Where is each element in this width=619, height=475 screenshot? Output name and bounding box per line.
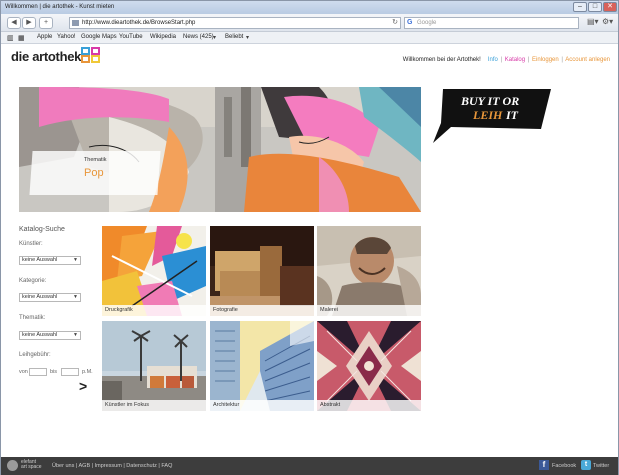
price-to-input[interactable] bbox=[61, 368, 79, 376]
thematik-select[interactable]: keine Auswahl ▼ bbox=[19, 331, 81, 340]
facebook-icon[interactable]: f bbox=[539, 460, 549, 470]
tile-fotografie[interactable]: Fotografie bbox=[210, 226, 314, 316]
elefant-logo-line2: art space bbox=[21, 464, 42, 470]
top-navigation: Willkommen bei der Artothek! Info | Kata… bbox=[402, 57, 610, 63]
tile-label-malerei: Malerei bbox=[317, 305, 421, 316]
minimize-button[interactable]: – bbox=[573, 2, 587, 12]
bis-label: bis bbox=[50, 369, 58, 375]
bookmark-beliebt[interactable]: Beliebt bbox=[225, 34, 243, 40]
google-icon: G bbox=[407, 19, 413, 26]
site-favicon-icon bbox=[72, 20, 79, 26]
bookmarks-book-icon[interactable]: ▥ bbox=[7, 34, 14, 42]
kategorie-label: Kategorie: bbox=[19, 278, 47, 284]
tile-kuenstler-im-fokus[interactable]: Künstler im Fokus bbox=[102, 321, 206, 411]
fotografie-image bbox=[210, 226, 314, 316]
abstrakt-image bbox=[317, 321, 421, 411]
elefant-logo-text: elefant art space bbox=[21, 460, 42, 470]
nav-account-link[interactable]: Account anlegen bbox=[565, 57, 610, 63]
bookmark-google-maps[interactable]: Google Maps bbox=[81, 34, 117, 40]
tile-architektur[interactable]: Architektur bbox=[210, 321, 314, 411]
kategorie-select-value: keine Auswahl bbox=[22, 294, 58, 300]
thematik-select-value: keine Auswahl bbox=[22, 332, 58, 338]
close-button[interactable]: ✕ bbox=[603, 2, 617, 12]
kuenstler-select-value: keine Auswahl bbox=[22, 257, 58, 263]
address-bar[interactable]: http://www.dieartothek.de/BrowseStart.ph… bbox=[69, 17, 401, 29]
new-tab-button[interactable]: + bbox=[39, 17, 53, 29]
search-placeholder: Google bbox=[417, 20, 437, 26]
maximize-button[interactable]: □ bbox=[588, 2, 602, 12]
malerei-image bbox=[317, 226, 421, 316]
tile-label-fotografie: Fotografie bbox=[210, 305, 314, 316]
bookmarks-grid-icon[interactable]: ▦ bbox=[18, 34, 25, 42]
search-box[interactable]: G Google bbox=[404, 17, 579, 29]
chevron-down-icon: ▼ bbox=[73, 294, 78, 300]
chevron-down-icon: ▼ bbox=[73, 332, 78, 338]
bookmark-youtube[interactable]: YouTube bbox=[119, 34, 143, 40]
bookmark-news[interactable]: News (425) bbox=[183, 34, 214, 40]
tile-label-architektur: Architektur bbox=[210, 400, 314, 411]
elefant-logo-icon bbox=[7, 460, 18, 471]
architektur-image bbox=[210, 321, 314, 411]
facebook-link[interactable]: Facebook bbox=[552, 463, 576, 469]
promo-it: IT bbox=[506, 108, 518, 122]
druckgrafik-image bbox=[102, 226, 206, 316]
twitter-icon[interactable]: t bbox=[581, 460, 591, 470]
browser-toolbar: ◀ ▶ + http://www.dieartothek.de/BrowseSt… bbox=[1, 14, 618, 32]
window-titlebar: Willkommen | die artothek - Kunst mieten… bbox=[1, 1, 618, 14]
kategorie-select[interactable]: keine Auswahl ▼ bbox=[19, 293, 81, 302]
tile-label-druckgrafik: Druckgrafik bbox=[102, 305, 206, 316]
reload-icon[interactable]: ↻ bbox=[392, 18, 398, 28]
thematik-label: Thematik: bbox=[19, 315, 46, 321]
twitter-link[interactable]: Twitter bbox=[593, 463, 609, 469]
kuenstler-select[interactable]: keine Auswahl ▼ bbox=[19, 256, 81, 265]
page-menu-icon[interactable]: ▤▾ bbox=[587, 17, 599, 26]
kuenstler-label: Künstler: bbox=[19, 241, 43, 247]
tile-label-abstrakt: Abstrakt bbox=[317, 400, 421, 411]
site-footer: elefant art space Über uns | AGB | Impre… bbox=[1, 457, 618, 475]
chevron-down-icon: ▼ bbox=[73, 257, 78, 263]
footer-links[interactable]: Über uns | AGB | Impressum | Datenschutz… bbox=[52, 463, 172, 469]
catalog-search-title: Katalog-Suche bbox=[19, 226, 65, 233]
hero-thematik-key: Thematik bbox=[83, 157, 107, 163]
forward-button[interactable]: ▶ bbox=[22, 17, 36, 29]
bookmark-wikipedia[interactable]: Wikipedia bbox=[150, 34, 176, 40]
promo-line1: BUY IT OR bbox=[461, 94, 520, 108]
site-logo[interactable]: die artothek bbox=[11, 49, 81, 64]
bookmark-apple[interactable]: Apple bbox=[37, 34, 52, 40]
logo-squares-icon bbox=[81, 47, 103, 63]
von-label: von bbox=[19, 369, 28, 375]
kuenstler-im-fokus-image bbox=[102, 321, 206, 411]
tile-druckgrafik[interactable]: Druckgrafik bbox=[102, 226, 206, 316]
chevron-down-icon[interactable]: ▾ bbox=[246, 34, 249, 41]
bookmarks-bar: ▥ ▦ Apple Yahoo! Google Maps YouTube Wik… bbox=[1, 32, 618, 44]
chevron-down-icon[interactable]: ▾ bbox=[213, 34, 216, 41]
price-from-input[interactable] bbox=[29, 368, 47, 376]
bookmark-yahoo[interactable]: Yahoo! bbox=[57, 34, 76, 40]
nav-einloggen-link[interactable]: Einloggen bbox=[532, 57, 559, 63]
leihgebuehr-label: Leihgebühr: bbox=[19, 352, 51, 358]
settings-gear-icon[interactable]: ⚙▾ bbox=[602, 17, 613, 26]
browser-window: Willkommen | die artothek - Kunst mieten… bbox=[0, 0, 619, 475]
buy-or-leih-badge[interactable]: BUY IT OR LEIH IT bbox=[433, 87, 553, 143]
search-submit-arrow[interactable]: > bbox=[79, 378, 87, 394]
welcome-text: Willkommen bei der Artothek! bbox=[402, 57, 481, 63]
hero-thematik-value: Pop bbox=[84, 167, 104, 179]
nav-info-link[interactable]: Info bbox=[488, 57, 498, 63]
promo-leih: LEIH bbox=[473, 108, 503, 122]
tile-abstrakt[interactable]: Abstrakt bbox=[317, 321, 421, 411]
pm-label: p.M. bbox=[82, 369, 93, 375]
address-bar-url: http://www.dieartothek.de/BrowseStart.ph… bbox=[82, 20, 196, 26]
window-title: Willkommen | die artothek - Kunst mieten bbox=[5, 4, 115, 10]
tile-malerei[interactable]: Malerei bbox=[317, 226, 421, 316]
nav-katalog-link[interactable]: Katalog bbox=[505, 57, 525, 63]
hero-banner[interactable]: Thematik Pop bbox=[19, 87, 421, 212]
back-button[interactable]: ◀ bbox=[7, 17, 21, 29]
tile-label-kuenstler-im-fokus: Künstler im Fokus bbox=[102, 400, 206, 411]
hero-thematik-label: Thematik Pop bbox=[29, 151, 161, 195]
